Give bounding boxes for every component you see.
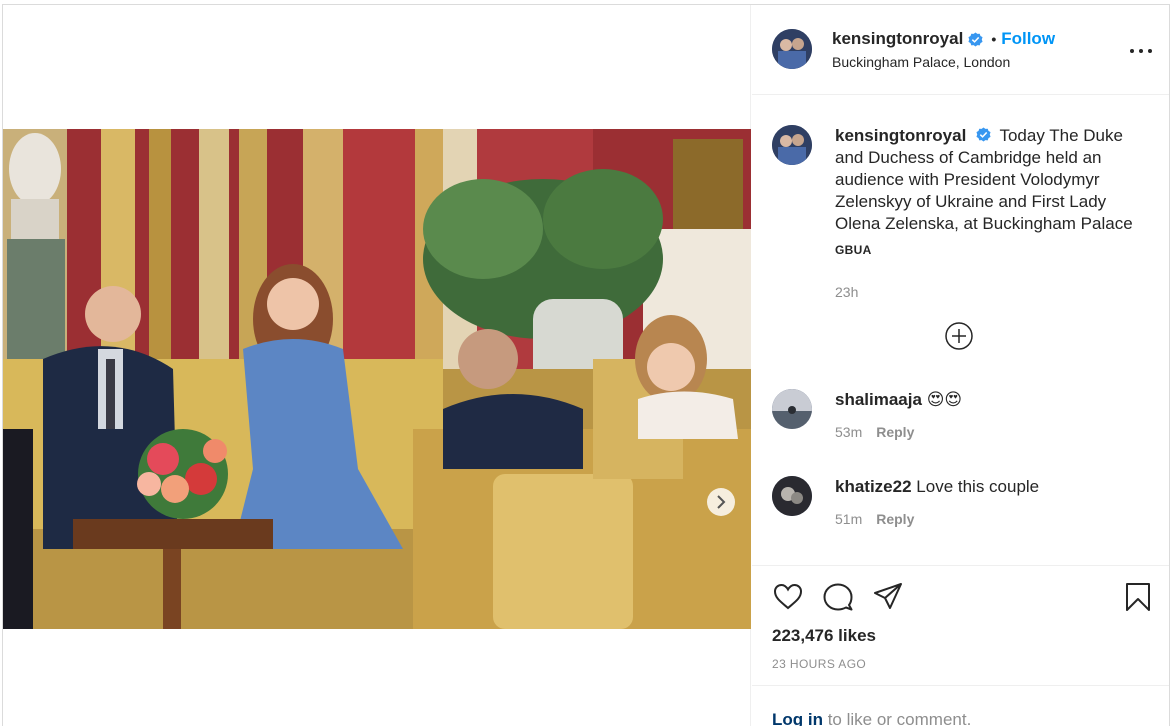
follow-button[interactable]: Follow [1001, 29, 1055, 49]
share-button[interactable] [872, 581, 904, 613]
comment-text: Love this couple [916, 477, 1040, 496]
heart-icon [773, 583, 803, 610]
action-bar: 223,476 likes 23 HOURS AGO [752, 565, 1169, 685]
comment-body: khatize22 Love this couple 51m Reply [835, 476, 1155, 530]
comments-section: kensingtonroyal Today The Duke and Duche… [752, 95, 1169, 565]
comment-meta: 51m Reply [835, 508, 1155, 530]
caption-avatar[interactable] [772, 125, 812, 165]
login-link[interactable]: Log in [772, 710, 823, 726]
media-panel [3, 5, 751, 726]
verified-badge-icon [968, 31, 983, 47]
commenter-avatar[interactable] [772, 476, 812, 516]
comment-meta: 53m Reply [835, 421, 1155, 443]
caption-tag[interactable]: GBUA [835, 239, 1155, 261]
chevron-right-icon [717, 495, 726, 509]
comment-icon [823, 583, 853, 611]
login-prompt: Log in to like or comment. [752, 685, 1169, 726]
reply-button[interactable]: Reply [876, 508, 914, 530]
photo-illustration [3, 129, 751, 629]
load-more-comments-icon[interactable] [944, 321, 974, 351]
verified-badge-icon [976, 127, 991, 142]
comment-time[interactable]: 51m [835, 508, 862, 530]
likes-count[interactable]: 223,476 likes [772, 626, 876, 646]
location-link[interactable]: Buckingham Palace, London [832, 54, 1010, 70]
caption-time[interactable]: 23h [835, 281, 858, 303]
caption-meta: 23h [835, 281, 1155, 303]
post-photo[interactable] [3, 129, 751, 629]
comment-button[interactable] [822, 581, 854, 613]
commenter-avatar[interactable] [772, 389, 812, 429]
share-icon [874, 583, 902, 609]
avatar-image [772, 29, 812, 69]
post-timestamp[interactable]: 23 HOURS AGO [772, 657, 866, 671]
login-prompt-text: Log in to like or comment. [772, 710, 971, 726]
post-container: kensingtonroyal • Follow Buckingham Pala… [2, 4, 1170, 726]
save-button[interactable] [1122, 581, 1154, 613]
comment-username[interactable]: khatize22 [835, 477, 912, 496]
comment-body: shalimaaja 😍😍 53m Reply [835, 389, 1155, 443]
avatar-image [772, 389, 812, 429]
comment-time[interactable]: 53m [835, 421, 862, 443]
more-dot-icon [1139, 49, 1143, 53]
bookmark-icon [1126, 583, 1150, 611]
login-suffix: to like or comment. [822, 710, 972, 726]
author-avatar[interactable] [772, 29, 812, 69]
post-sidebar: kensingtonroyal • Follow Buckingham Pala… [752, 5, 1169, 726]
caption-username[interactable]: kensingtonroyal [835, 126, 966, 145]
like-button[interactable] [772, 581, 804, 613]
more-options-button[interactable] [1130, 41, 1152, 61]
separator-dot: • [991, 31, 997, 47]
header-user-line: kensingtonroyal • Follow [832, 29, 1055, 49]
comment-text: 😍😍 [926, 390, 963, 409]
more-dot-icon [1148, 49, 1152, 53]
header-username[interactable]: kensingtonroyal [832, 29, 963, 49]
reply-button[interactable]: Reply [876, 421, 914, 443]
comment-username[interactable]: shalimaaja [835, 390, 922, 409]
caption-body: kensingtonroyal Today The Duke and Duche… [835, 125, 1155, 303]
avatar-image [772, 476, 812, 516]
next-photo-button[interactable] [707, 488, 735, 516]
more-dot-icon [1130, 49, 1134, 53]
avatar-image [772, 125, 812, 165]
post-header: kensingtonroyal • Follow Buckingham Pala… [752, 5, 1169, 95]
